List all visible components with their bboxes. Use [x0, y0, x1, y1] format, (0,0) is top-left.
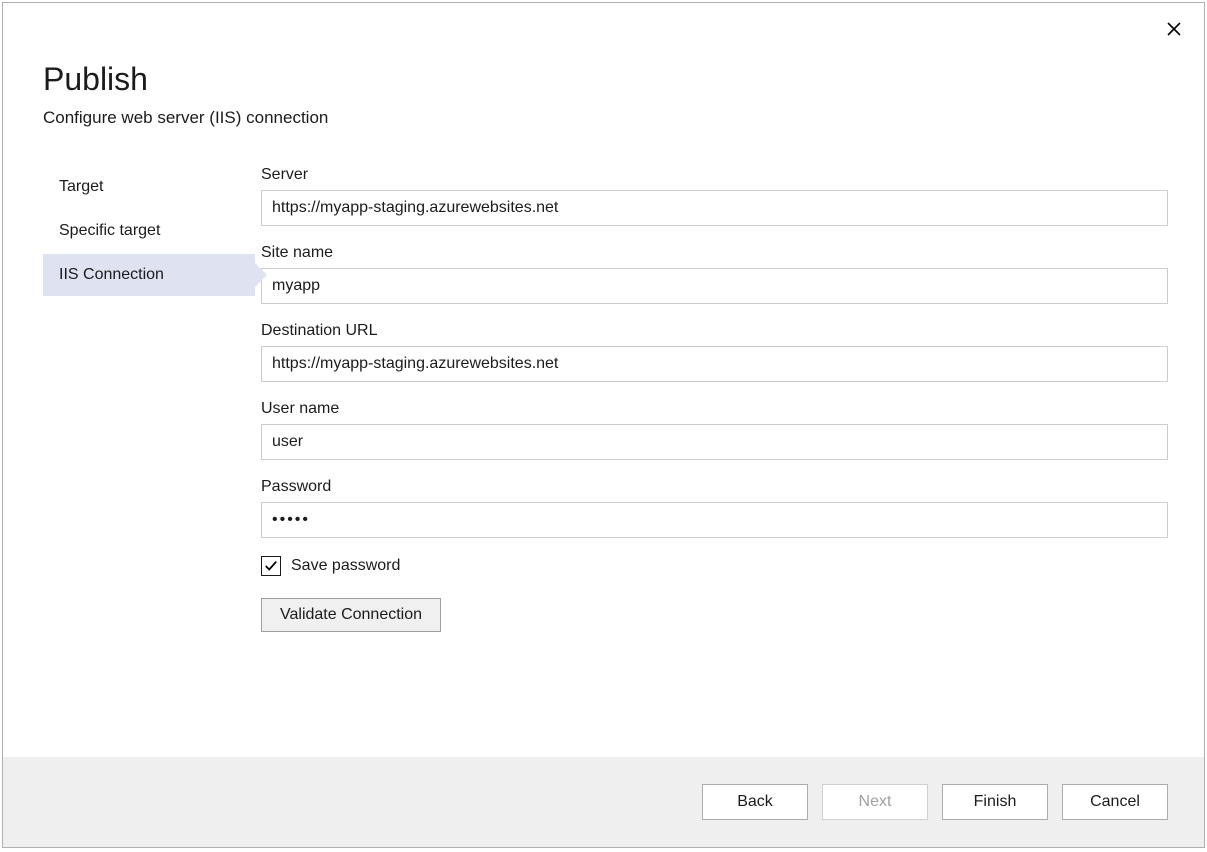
user-name-input[interactable] — [261, 424, 1168, 460]
destination-url-input[interactable] — [261, 346, 1168, 382]
field-user-name: User name — [261, 400, 1168, 460]
save-password-label: Save password — [291, 557, 400, 575]
next-button: Next — [822, 784, 928, 820]
destination-url-label: Destination URL — [261, 322, 1168, 340]
close-icon — [1166, 21, 1182, 37]
checkmark-icon — [264, 559, 278, 573]
save-password-checkbox[interactable] — [261, 556, 281, 576]
cancel-button-label: Cancel — [1090, 793, 1140, 810]
server-label: Server — [261, 166, 1168, 184]
dialog-title: Publish — [43, 61, 1164, 98]
close-button[interactable] — [1162, 17, 1186, 41]
dialog-header: Publish Configure web server (IIS) conne… — [3, 3, 1204, 166]
validate-connection-button[interactable]: Validate Connection — [261, 598, 441, 632]
nav-item-specific-target[interactable]: Specific target — [43, 210, 255, 252]
user-name-label: User name — [261, 400, 1168, 418]
publish-dialog: Publish Configure web server (IIS) conne… — [2, 2, 1205, 848]
site-name-input[interactable] — [261, 268, 1168, 304]
password-label: Password — [261, 478, 1168, 496]
finish-button-label: Finish — [974, 793, 1017, 810]
cancel-button[interactable]: Cancel — [1062, 784, 1168, 820]
dialog-content: Target Specific target IIS Connection Se… — [3, 166, 1204, 757]
dialog-footer: Back Next Finish Cancel — [3, 757, 1204, 847]
nav-item-label: Specific target — [59, 222, 160, 239]
field-server: Server — [261, 166, 1168, 226]
validate-connection-label: Validate Connection — [280, 606, 422, 623]
save-password-row: Save password — [261, 556, 1168, 576]
password-input[interactable] — [261, 502, 1168, 538]
field-site-name: Site name — [261, 244, 1168, 304]
back-button-label: Back — [737, 793, 773, 810]
form-area: Server Site name Destination URL User na… — [255, 166, 1168, 757]
nav-item-target[interactable]: Target — [43, 166, 255, 208]
field-password: Password — [261, 478, 1168, 538]
field-destination-url: Destination URL — [261, 322, 1168, 382]
nav-item-label: IIS Connection — [59, 266, 164, 283]
wizard-sidebar: Target Specific target IIS Connection — [43, 166, 255, 757]
server-input[interactable] — [261, 190, 1168, 226]
site-name-label: Site name — [261, 244, 1168, 262]
back-button[interactable]: Back — [702, 784, 808, 820]
nav-item-iis-connection[interactable]: IIS Connection — [43, 254, 255, 296]
next-button-label: Next — [859, 793, 892, 810]
finish-button[interactable]: Finish — [942, 784, 1048, 820]
dialog-subtitle: Configure web server (IIS) connection — [43, 108, 1164, 128]
nav-item-label: Target — [59, 178, 103, 195]
